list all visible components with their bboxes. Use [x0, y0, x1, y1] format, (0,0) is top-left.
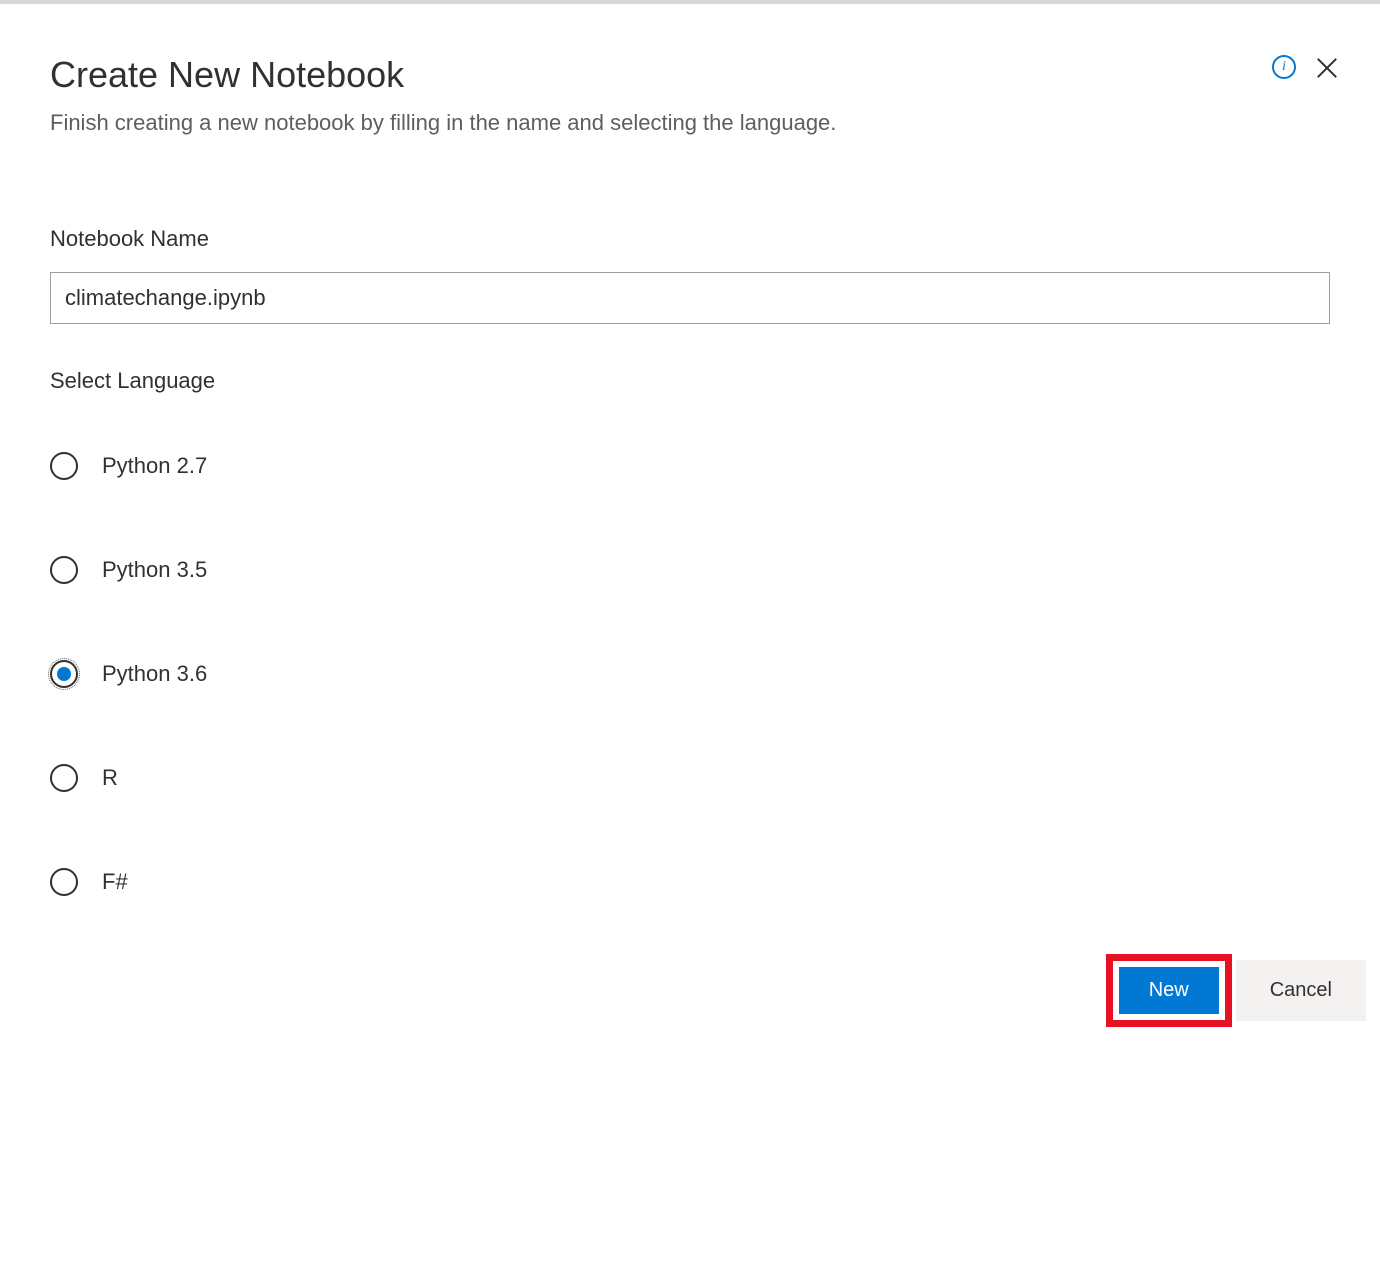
radio-button-icon [50, 452, 78, 480]
select-language-label: Select Language [50, 368, 1330, 394]
close-icon[interactable] [1314, 54, 1340, 80]
header-actions [1272, 54, 1340, 80]
radio-label: R [102, 765, 118, 791]
radio-label: Python 3.6 [102, 661, 207, 687]
radio-label: Python 3.5 [102, 557, 207, 583]
notebook-name-input[interactable] [50, 272, 1330, 324]
create-notebook-dialog: Create New Notebook Finish creating a ne… [0, 4, 1380, 936]
radio-button-icon [50, 660, 78, 688]
dialog-title: Create New Notebook [50, 54, 1330, 96]
new-button[interactable]: New [1119, 967, 1219, 1014]
radio-button-icon [50, 556, 78, 584]
radio-python-36[interactable]: Python 3.6 [50, 660, 1330, 688]
radio-python-27[interactable]: Python 2.7 [50, 452, 1330, 480]
cancel-button[interactable]: Cancel [1236, 960, 1366, 1021]
dialog-footer: New Cancel [1106, 954, 1366, 1027]
language-radio-group: Python 2.7 Python 3.5 Python 3.6 R F# [50, 452, 1330, 896]
info-icon[interactable] [1272, 55, 1296, 79]
radio-button-icon [50, 868, 78, 896]
radio-label: F# [102, 869, 128, 895]
radio-label: Python 2.7 [102, 453, 207, 479]
radio-fsharp[interactable]: F# [50, 868, 1330, 896]
notebook-name-label: Notebook Name [50, 226, 1330, 252]
radio-python-35[interactable]: Python 3.5 [50, 556, 1330, 584]
radio-r[interactable]: R [50, 764, 1330, 792]
radio-button-icon [50, 764, 78, 792]
notebook-name-section: Notebook Name [50, 226, 1330, 324]
highlight-annotation: New [1106, 954, 1232, 1027]
dialog-subtitle: Finish creating a new notebook by fillin… [50, 110, 1330, 136]
